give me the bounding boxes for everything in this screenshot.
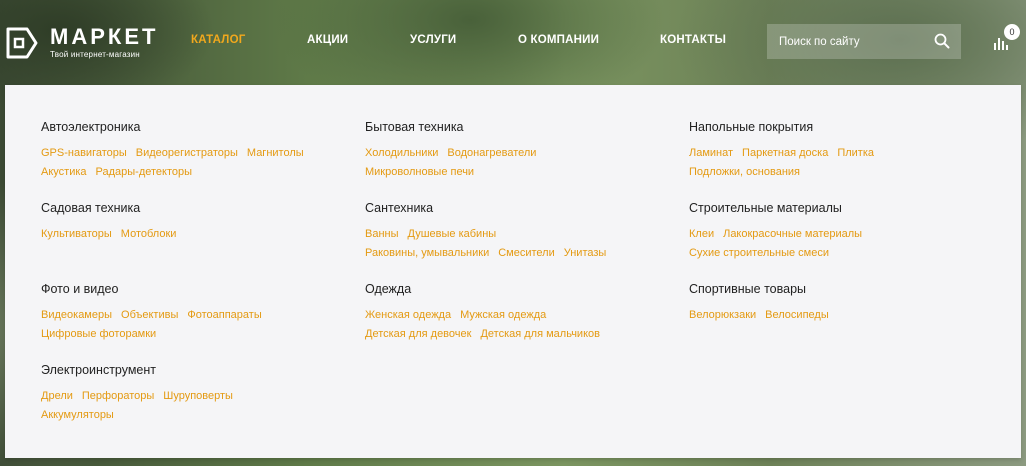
category-link[interactable]: Фотоаппараты: [187, 309, 261, 321]
category-link[interactable]: Паркетная доска: [742, 147, 828, 159]
category-link[interactable]: Детская для девочек: [365, 328, 471, 340]
category-group: Электроинструмент Дрели Перфораторы Шурупо…: [41, 362, 242, 425]
category-link[interactable]: GPS-навигаторы: [41, 147, 127, 159]
category-group: Строительные материалы Клеи Лакокрасочные…: [689, 200, 871, 263]
category-group: Спортивные товары Велорюкзаки Велосипеды: [689, 281, 838, 325]
search-input[interactable]: [767, 24, 927, 59]
category-link[interactable]: Видеокамеры: [41, 309, 112, 321]
category-title: Садовая техника: [41, 201, 141, 215]
category-link[interactable]: Женская одежда: [365, 309, 451, 321]
nav-about[interactable]: О КОМПАНИИ: [518, 34, 599, 46]
logo-subtitle: Твой интернет-магазин: [50, 50, 140, 59]
category-group: Сантехника Ванны Душевые кабины Раковины,…: [365, 200, 615, 263]
category-title: Строительные материалы: [689, 201, 842, 215]
category-link[interactable]: Аккумуляторы: [41, 409, 114, 421]
category-link[interactable]: Подложки, основания: [689, 166, 800, 178]
category-link[interactable]: Душевые кабины: [408, 228, 497, 240]
category-group: Бытовая техника Холодильники Водонагреват…: [365, 119, 545, 182]
category-title: Фото и видео: [41, 282, 119, 296]
category-title: Одежда: [365, 282, 412, 296]
category-link[interactable]: Детская для мальчиков: [480, 328, 600, 340]
category-link[interactable]: Цифровые фоторамки: [41, 328, 156, 340]
category-link[interactable]: Сухие строительные смеси: [689, 247, 829, 259]
category-link[interactable]: Ванны: [365, 228, 399, 240]
cart-button[interactable]: 0: [992, 24, 1022, 54]
category-link[interactable]: Раковины, умывальники: [365, 247, 489, 259]
category-link[interactable]: Лакокрасочные материалы: [723, 228, 862, 240]
category-title: Сантехника: [365, 201, 434, 215]
category-link[interactable]: Плитка: [837, 147, 874, 159]
category-link[interactable]: Культиваторы: [41, 228, 112, 240]
category-link[interactable]: Дрели: [41, 390, 73, 402]
category-link[interactable]: Акустика: [41, 166, 87, 178]
category-link[interactable]: Магнитолы: [247, 147, 304, 159]
category-group: Напольные покрытия Ламинат Паркетная доск…: [689, 119, 883, 182]
logo-title: МАРКЕТ: [50, 24, 159, 49]
category-group: Одежда Женская одежда Мужская одежда Детс…: [365, 281, 609, 344]
category-group: Садовая техника Культиваторы Мотоблоки: [41, 200, 185, 244]
nav-contacts[interactable]: КОНТАКТЫ: [660, 34, 726, 46]
category-link[interactable]: Смесители: [498, 247, 555, 259]
site-header: МАРКЕТ Твой интернет-магазин КАТАЛОГ АКЦ…: [0, 0, 1026, 86]
category-title: Напольные покрытия: [689, 120, 814, 134]
category-link[interactable]: Видеорегистраторы: [136, 147, 238, 159]
category-link[interactable]: Микроволновые печи: [365, 166, 474, 178]
category-link[interactable]: Клеи: [689, 228, 714, 240]
category-link[interactable]: Радары-детекторы: [96, 166, 193, 178]
nav-catalog[interactable]: КАТАЛОГ: [191, 34, 245, 46]
category-link[interactable]: Мотоблоки: [121, 228, 177, 240]
category-title: Автоэлектроника: [41, 120, 141, 134]
category-title: Спортивные товары: [689, 282, 807, 296]
cart-count-badge: 0: [1004, 24, 1020, 40]
category-group: Автоэлектроника GPS-навигаторы Видеорегис…: [41, 119, 313, 182]
search-box: [767, 24, 961, 59]
category-link[interactable]: Мужская одежда: [460, 309, 546, 321]
category-group: Фото и видео Видеокамеры Объективы Фотоапп…: [41, 281, 271, 344]
category-link[interactable]: Шуруповерты: [163, 390, 233, 402]
nav-services[interactable]: УСЛУГИ: [410, 34, 456, 46]
category-link[interactable]: Водонагреватели: [447, 147, 536, 159]
category-link[interactable]: Холодильники: [365, 147, 438, 159]
catalog-dropdown: Автоэлектроника GPS-навигаторы Видеорегис…: [5, 85, 1021, 458]
category-link[interactable]: Перфораторы: [82, 390, 154, 402]
category-link[interactable]: Ламинат: [689, 147, 733, 159]
category-title: Бытовая техника: [365, 120, 464, 134]
logo-icon: [6, 27, 38, 59]
category-link[interactable]: Унитазы: [564, 247, 607, 259]
search-icon[interactable]: [934, 33, 950, 49]
nav-promotions[interactable]: АКЦИИ: [307, 34, 348, 46]
category-link[interactable]: Велорюкзаки: [689, 309, 756, 321]
logo[interactable]: МАРКЕТ Твой интернет-магазин: [5, 26, 158, 60]
category-title: Электроинструмент: [41, 363, 157, 377]
category-link[interactable]: Объективы: [121, 309, 178, 321]
category-link[interactable]: Велосипеды: [765, 309, 829, 321]
